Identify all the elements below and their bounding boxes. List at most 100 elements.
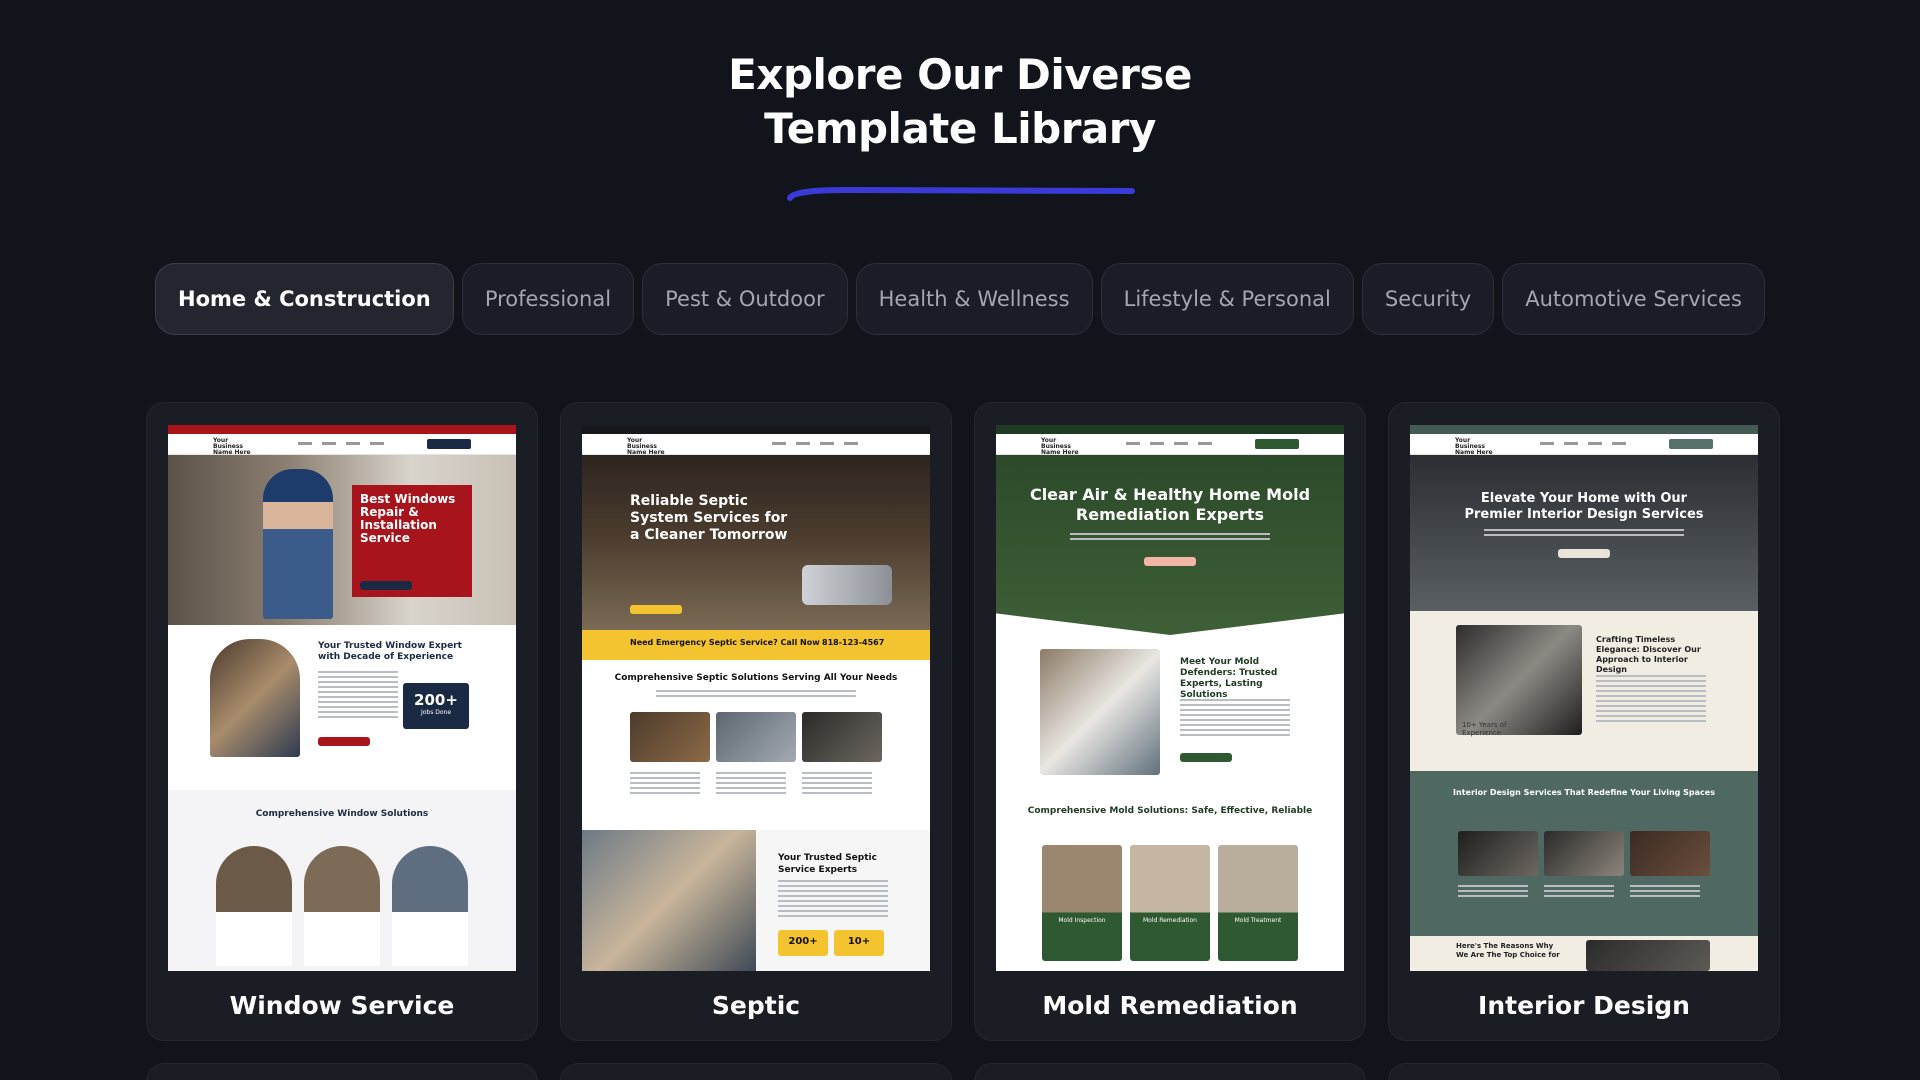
preview-nav-links	[1126, 442, 1221, 445]
preview-topbar	[582, 425, 930, 434]
preview-stat-label: Jobs Done	[420, 709, 452, 716]
tab-lifestyle-personal[interactable]: Lifestyle & Personal	[1100, 263, 1354, 335]
preview-service-text-3	[802, 772, 872, 796]
preview-about: Your Trusted Window Expert with Decade o…	[168, 625, 516, 790]
preview-banner: Need Emergency Septic Service? Call Now …	[582, 630, 930, 660]
tab-pest-outdoor[interactable]: Pest & Outdoor	[642, 263, 848, 335]
template-title: Mold Remediation	[1042, 991, 1298, 1020]
preview-nav-links	[298, 442, 393, 445]
preview-hero-title: Best Windows Repair & Installation Servi…	[360, 492, 456, 545]
preview-about: Your Trusted Septic Service Experts 200+…	[582, 830, 930, 971]
preview-service-label-2: Mold Remediation	[1142, 917, 1197, 924]
preview-hero-box: Best Windows Repair & Installation Servi…	[352, 485, 472, 597]
preview-topbar	[1410, 425, 1758, 434]
section-heading: Explore Our Diverse Template Library	[0, 48, 1920, 156]
preview-services-title: Comprehensive Mold Solutions: Safe, Effe…	[1027, 806, 1313, 816]
template-preview-mold-remediation[interactable]: Your Business Name Here Clear Air & Heal…	[996, 425, 1344, 971]
preview-service-text-1	[630, 772, 700, 796]
preview-hero-text	[1484, 529, 1684, 539]
preview-logo: Your Business Name Here	[1041, 437, 1079, 456]
preview-service-card-3: Mold Treatment	[1218, 845, 1298, 961]
preview-badge: 10+ Years of Experience	[1462, 721, 1507, 737]
preview-banner-phone: 818-123-4567	[822, 638, 885, 647]
preview-hero-button	[1558, 549, 1610, 558]
preview-service-image-3	[1630, 831, 1710, 876]
preview-nav: Your Business Name Here	[996, 434, 1344, 456]
preview-about-title: Meet Your Mold Defenders: Trusted Expert…	[1180, 657, 1278, 700]
preview-stat-1: 200+	[778, 930, 828, 956]
template-preview-interior-design[interactable]: Your Business Name Here Elevate Your Hom…	[1410, 425, 1758, 971]
preview-about-title: Your Trusted Septic Service Experts	[778, 853, 877, 875]
tab-professional[interactable]: Professional	[461, 263, 635, 335]
template-preview-septic[interactable]: Your Business Name Here Reliable Septic …	[582, 425, 930, 971]
preview-hero: Clear Air & Healthy Home Mold Remediatio…	[996, 455, 1344, 635]
preview-truck-image	[802, 565, 892, 605]
preview-services-text	[656, 690, 856, 700]
heading-line-2: Template Library	[764, 104, 1156, 153]
preview-about-button	[318, 737, 370, 746]
tab-health-wellness[interactable]: Health & Wellness	[855, 263, 1093, 335]
preview-nav: Your Business Name Here	[1410, 434, 1758, 456]
preview-hero-button	[1144, 557, 1196, 566]
preview-service-label-1: Mold Inspection	[1058, 917, 1106, 924]
preview-service-text-2	[1544, 885, 1614, 899]
preview-nav: Your Business Name Here	[168, 434, 516, 456]
template-grid-next-row	[146, 1063, 1780, 1080]
template-card-next-4[interactable]	[1388, 1063, 1780, 1080]
category-tabs: Home & Construction Professional Pest & …	[155, 263, 1765, 335]
preview-hero-title: Clear Air & Healthy Home Mold Remediatio…	[1029, 485, 1311, 524]
preview-about-button	[1180, 753, 1232, 762]
preview-services: Comprehensive Window Solutions	[168, 790, 516, 971]
preview-hero-title: Elevate Your Home with Our Premier Inter…	[1464, 491, 1704, 522]
preview-hero-button	[630, 605, 682, 614]
preview-services-title: Interior Design Services That Redefine Y…	[1453, 788, 1715, 797]
preview-about-title: Crafting Timeless Elegance: Discover Our…	[1596, 635, 1701, 674]
preview-logo: Your Business Name Here	[213, 437, 251, 456]
preview-logo: Your Business Name Here	[1455, 437, 1493, 456]
preview-about-title: Your Trusted Window Expert with Decade o…	[318, 641, 462, 662]
preview-services: Interior Design Services That Redefine Y…	[1410, 771, 1758, 936]
preview-topbar	[996, 425, 1344, 434]
template-card-next-3[interactable]	[974, 1063, 1366, 1080]
preview-nav-links	[1540, 442, 1635, 445]
template-grid: Your Business Name Here Best Windows Rep…	[146, 402, 1780, 1041]
preview-about-image	[582, 830, 756, 971]
preview-hero-title: Reliable Septic System Services for a Cl…	[630, 493, 788, 543]
preview-services-title: Comprehensive Window Solutions	[255, 809, 429, 819]
preview-about-text	[318, 671, 398, 721]
preview-worker-image	[263, 469, 333, 619]
tab-security[interactable]: Security	[1361, 263, 1495, 335]
preview-hero: Reliable Septic System Services for a Cl…	[582, 455, 930, 630]
preview-about: Meet Your Mold Defenders: Trusted Expert…	[996, 635, 1344, 805]
preview-cta	[1255, 439, 1299, 449]
preview-service-image-1	[1458, 831, 1538, 876]
preview-about-image	[210, 639, 300, 757]
preview-services: Comprehensive Mold Solutions: Safe, Effe…	[996, 805, 1344, 971]
tab-home-construction[interactable]: Home & Construction	[155, 263, 454, 335]
preview-hero: Best Windows Repair & Installation Servi…	[168, 455, 516, 625]
preview-nav-links	[772, 442, 867, 445]
preview-cta	[1669, 439, 1713, 449]
preview-stat-value: 200+	[414, 691, 458, 709]
preview-about-text	[1180, 699, 1290, 739]
template-card-interior-design[interactable]: Your Business Name Here Elevate Your Hom…	[1388, 402, 1780, 1041]
template-card-septic[interactable]: Your Business Name Here Reliable Septic …	[560, 402, 952, 1041]
preview-hero: Elevate Your Home with Our Premier Inter…	[1410, 455, 1758, 611]
preview-stat-2: 10+	[834, 930, 884, 956]
template-card-window-service[interactable]: Your Business Name Here Best Windows Rep…	[146, 402, 538, 1041]
preview-hero-text	[1070, 533, 1270, 543]
template-card-next-2[interactable]	[560, 1063, 952, 1080]
template-title: Interior Design	[1478, 991, 1690, 1020]
template-card-next-1[interactable]	[146, 1063, 538, 1080]
preview-cta	[427, 439, 471, 449]
tab-automotive-services[interactable]: Automotive Services	[1502, 263, 1765, 335]
template-title: Window Service	[229, 991, 455, 1020]
preview-service-text-2	[716, 772, 786, 796]
preview-hero-button	[360, 581, 412, 590]
preview-about: 10+ Years of Experience Crafting Timeles…	[1410, 611, 1758, 771]
preview-service-card-2: Mold Remediation	[1130, 845, 1210, 961]
preview-service-image-1	[216, 846, 292, 966]
template-preview-window-service[interactable]: Your Business Name Here Best Windows Rep…	[168, 425, 516, 971]
template-card-mold-remediation[interactable]: Your Business Name Here Clear Air & Heal…	[974, 402, 1366, 1041]
preview-logo: Your Business Name Here	[627, 437, 665, 456]
